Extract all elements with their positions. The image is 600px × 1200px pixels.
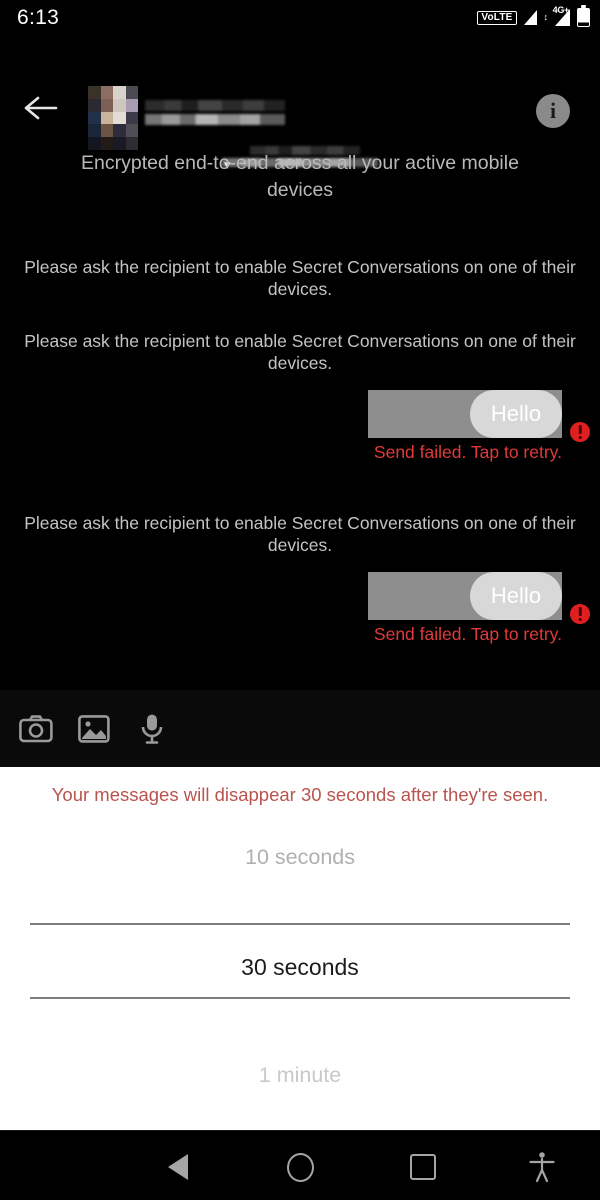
back-arrow-icon[interactable]: [22, 93, 60, 123]
contact-name[interactable]: [145, 100, 285, 128]
info-icon[interactable]: i: [536, 94, 570, 128]
message-thread[interactable]: Encrypted end-to-end across all your act…: [0, 138, 600, 690]
phone-screen: 6:13 VoLTE ↕ 4G+ R ▾ i Encrypted end-to-…: [0, 0, 600, 1200]
redaction-bar: [145, 114, 285, 125]
message-row[interactable]: Hello Send failed. Tap to retry.: [0, 390, 600, 480]
timer-option-selected[interactable]: 30 seconds: [0, 954, 600, 981]
timer-option-next[interactable]: 1 minute: [0, 1063, 600, 1088]
signal-icon: [523, 10, 537, 25]
network-type-label: 4G+: [552, 5, 570, 15]
error-exclamation-icon[interactable]: [570, 604, 590, 624]
battery-icon: [577, 5, 590, 27]
encryption-banner: Encrypted end-to-end across all your act…: [81, 152, 519, 201]
gallery-icon[interactable]: [72, 707, 116, 751]
system-message: Please ask the recipient to enable Secre…: [24, 331, 576, 373]
error-exclamation-icon[interactable]: [570, 422, 590, 442]
chat-header: ▾ i: [0, 38, 600, 171]
network-4g-icon: 4G+ R: [553, 5, 570, 28]
status-clock: 6:13: [17, 6, 60, 29]
microphone-icon[interactable]: [130, 707, 174, 751]
nav-accessibility-icon[interactable]: [522, 1149, 562, 1185]
camera-icon[interactable]: [14, 707, 58, 751]
picker-divider-top: [30, 923, 570, 925]
disappearing-timer-picker[interactable]: Your messages will disappear 30 seconds …: [0, 767, 600, 1130]
timer-option-previous[interactable]: 10 seconds: [0, 845, 600, 870]
picker-divider-bottom: [30, 997, 570, 999]
nav-back-icon[interactable]: [158, 1149, 198, 1185]
system-message: Please ask the recipient to enable Secre…: [24, 257, 576, 299]
android-navigation-bar: [0, 1130, 600, 1200]
message-bubble[interactable]: Hello: [470, 390, 562, 438]
message-row[interactable]: Hello Send failed. Tap to retry.: [0, 572, 600, 662]
roaming-label: R: [564, 19, 570, 28]
nav-recents-icon[interactable]: [403, 1149, 443, 1185]
info-glyph: i: [549, 98, 557, 123]
status-icon-group: VoLTE ↕ 4G+ R: [477, 5, 590, 28]
system-message: Please ask the recipient to enable Secre…: [24, 513, 576, 555]
status-bar: 6:13 VoLTE ↕ 4G+ R: [0, 0, 600, 38]
message-composer: Aa: [0, 690, 600, 767]
redaction-bar: [145, 100, 285, 111]
send-failed-status[interactable]: Send failed. Tap to retry.: [0, 624, 562, 645]
send-failed-status[interactable]: Send failed. Tap to retry.: [0, 442, 562, 463]
volte-icon: VoLTE: [477, 10, 517, 25]
timer-note: Your messages will disappear 30 seconds …: [51, 784, 549, 805]
nav-home-icon[interactable]: [280, 1149, 320, 1185]
data-activity-icon: ↕: [543, 12, 549, 22]
message-bubble[interactable]: Hello: [470, 572, 562, 620]
